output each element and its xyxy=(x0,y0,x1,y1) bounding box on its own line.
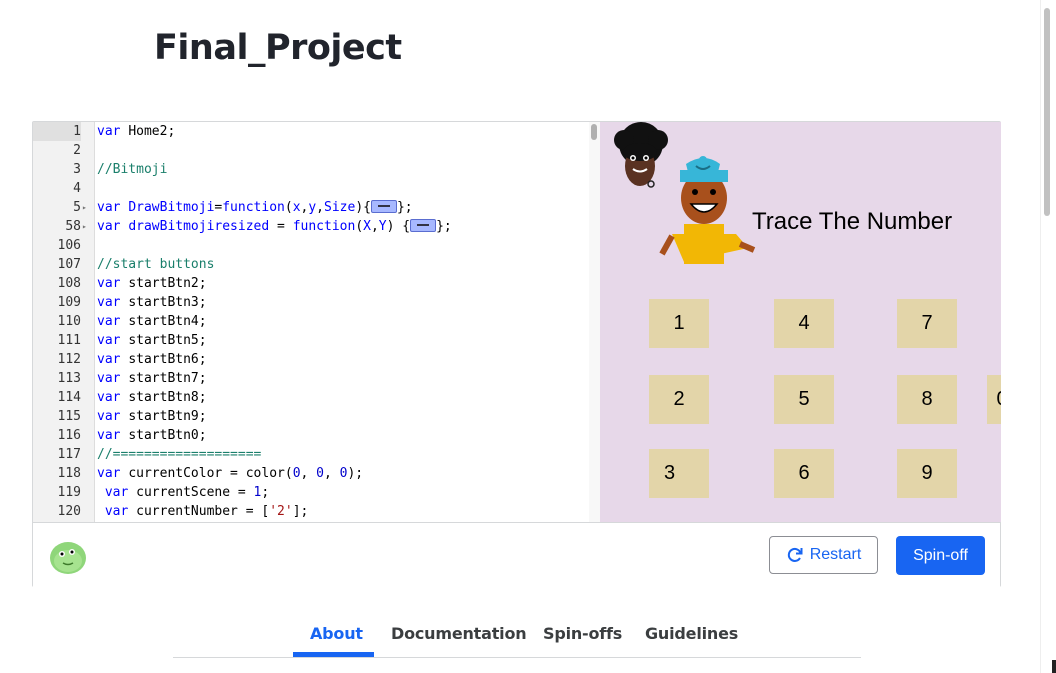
bitmoji-character-icon xyxy=(659,156,756,264)
line-number: 58 xyxy=(65,219,81,234)
number-button-2[interactable]: 2 xyxy=(649,375,709,424)
code-text: var startBtn6; xyxy=(97,352,207,367)
code-text: var Home2; xyxy=(97,124,176,139)
code-line[interactable]: 113 var startBtn7; xyxy=(33,369,600,388)
tab-bar: About Documentation Spin-offs Guidelines xyxy=(173,615,861,658)
code-line[interactable]: 109 var startBtn3; xyxy=(33,293,600,312)
code-line[interactable]: 116 var startBtn0; xyxy=(33,426,600,445)
tab-spin-offs[interactable]: Spin-offs xyxy=(543,624,622,643)
restart-button[interactable]: Restart xyxy=(769,536,878,574)
number-button-3[interactable]: 3 xyxy=(649,449,709,498)
spin-off-button[interactable]: Spin-off xyxy=(896,536,985,575)
restart-icon xyxy=(787,547,803,562)
code-text: var DrawBitmoji=function(x,y,Size){}; xyxy=(97,200,413,215)
code-text: var startBtn4; xyxy=(97,314,207,329)
tab-documentation[interactable]: Documentation xyxy=(391,624,527,643)
line-number: 113 xyxy=(57,371,81,386)
code-line[interactable]: 117 //=================== xyxy=(33,445,600,464)
code-text: var currentColor = color(0, 0, 0); xyxy=(97,466,364,481)
page-title: Final_Project xyxy=(154,28,402,68)
code-line[interactable]: 111 var startBtn5; xyxy=(33,331,600,350)
line-number: 3 xyxy=(73,162,81,177)
code-text: var startBtn8; xyxy=(97,390,207,405)
code-line[interactable]: 107 //start buttons xyxy=(33,255,600,274)
code-line[interactable]: 58 ▸ var drawBitmojiresized = function(X,Y… xyxy=(33,217,600,236)
code-editor[interactable]: 1 var Home2; 2 3 //Bitmoji 4 5 ▸ var DrawBitmoji… xyxy=(33,122,600,522)
editor-scrollbar[interactable] xyxy=(589,122,600,522)
line-number: 108 xyxy=(57,276,81,291)
code-text: var drawBitmojiresized = function(X,Y) {… xyxy=(97,219,452,234)
line-number: 112 xyxy=(57,352,81,367)
line-number: 116 xyxy=(57,428,81,443)
number-button-6[interactable]: 6 xyxy=(774,449,834,498)
fold-arrow-icon[interactable]: ▸ xyxy=(82,198,90,217)
code-line[interactable]: 4 xyxy=(33,179,600,198)
code-text: var currentScene = 1; xyxy=(97,485,270,500)
code-line[interactable]: 114 var startBtn8; xyxy=(33,388,600,407)
line-number: 1 xyxy=(33,122,81,141)
code-text: //start buttons xyxy=(97,257,215,272)
line-number: 106 xyxy=(57,238,81,253)
line-number: 119 xyxy=(57,485,81,500)
code-line[interactable]: 118 var currentColor = color(0, 0, 0); xyxy=(33,464,600,483)
line-number: 120 xyxy=(57,504,81,519)
code-line[interactable]: 5 ▸ var DrawBitmoji=function(x,y,Size){}; xyxy=(33,198,600,217)
line-number: 2 xyxy=(73,143,81,158)
number-button-9[interactable]: 9 xyxy=(897,449,957,498)
number-button-8[interactable]: 8 xyxy=(897,375,957,424)
code-line[interactable]: 115 var startBtn9; xyxy=(33,407,600,426)
code-line[interactable]: 1 var Home2; xyxy=(33,122,600,141)
number-button-4[interactable]: 4 xyxy=(774,299,834,348)
line-number: 114 xyxy=(57,390,81,405)
code-text: var currentNumber = ['2']; xyxy=(97,504,309,519)
code-line[interactable]: 3 //Bitmoji xyxy=(33,160,600,179)
tab-about[interactable]: About xyxy=(310,624,363,643)
active-tab-indicator xyxy=(293,652,374,657)
line-number: 109 xyxy=(57,295,81,310)
line-number: 4 xyxy=(73,181,81,196)
code-line[interactable]: 106 xyxy=(33,236,600,255)
line-number: 5 xyxy=(73,200,81,215)
code-line[interactable]: 112 var startBtn6; xyxy=(33,350,600,369)
code-text: var startBtn9; xyxy=(97,409,207,424)
code-text: //Bitmoji xyxy=(97,162,168,177)
line-number: 111 xyxy=(57,333,81,348)
code-text: var startBtn3; xyxy=(97,295,207,310)
line-number: 110 xyxy=(57,314,81,329)
code-text: var startBtn0; xyxy=(97,428,207,443)
window-edge xyxy=(1052,0,1056,673)
code-line[interactable]: 2 xyxy=(33,141,600,160)
line-number: 115 xyxy=(57,409,81,424)
line-number: 117 xyxy=(57,447,81,462)
number-button-0[interactable]: 0 xyxy=(987,375,1001,424)
code-line[interactable]: 119 var currentScene = 1; xyxy=(33,483,600,502)
tab-guidelines[interactable]: Guidelines xyxy=(645,624,738,643)
code-text: var startBtn2; xyxy=(97,276,207,291)
code-text: //=================== xyxy=(97,447,262,462)
output-canvas[interactable]: Trace The Number 1 4 7 2 5 8 0 3 6 9 xyxy=(600,122,1001,522)
code-line[interactable]: 120 var currentNumber = ['2']; xyxy=(33,502,600,521)
line-number: 118 xyxy=(57,466,81,481)
number-button-5[interactable]: 5 xyxy=(774,375,834,424)
restart-label: Restart xyxy=(809,546,862,563)
program-footer: Restart Spin-off xyxy=(33,522,1000,587)
code-text: var startBtn7; xyxy=(97,371,207,386)
canvas-title: Trace The Number xyxy=(752,208,953,235)
code-line[interactable]: 108 var startBtn2; xyxy=(33,274,600,293)
number-button-7[interactable]: 7 xyxy=(897,299,957,348)
fold-arrow-icon[interactable]: ▸ xyxy=(82,217,90,236)
line-number: 107 xyxy=(57,257,81,272)
folded-code-marker-icon[interactable] xyxy=(370,200,397,213)
folded-code-marker-icon[interactable] xyxy=(410,219,437,232)
number-button-1[interactable]: 1 xyxy=(649,299,709,348)
code-text: var startBtn5; xyxy=(97,333,207,348)
code-line[interactable]: 110 var startBtn4; xyxy=(33,312,600,331)
avatar-icon[interactable] xyxy=(49,539,87,575)
program-frame: 1 var Home2; 2 3//Bitmoji 4 5 ▸ var DrawBitmoji… xyxy=(32,121,1001,587)
